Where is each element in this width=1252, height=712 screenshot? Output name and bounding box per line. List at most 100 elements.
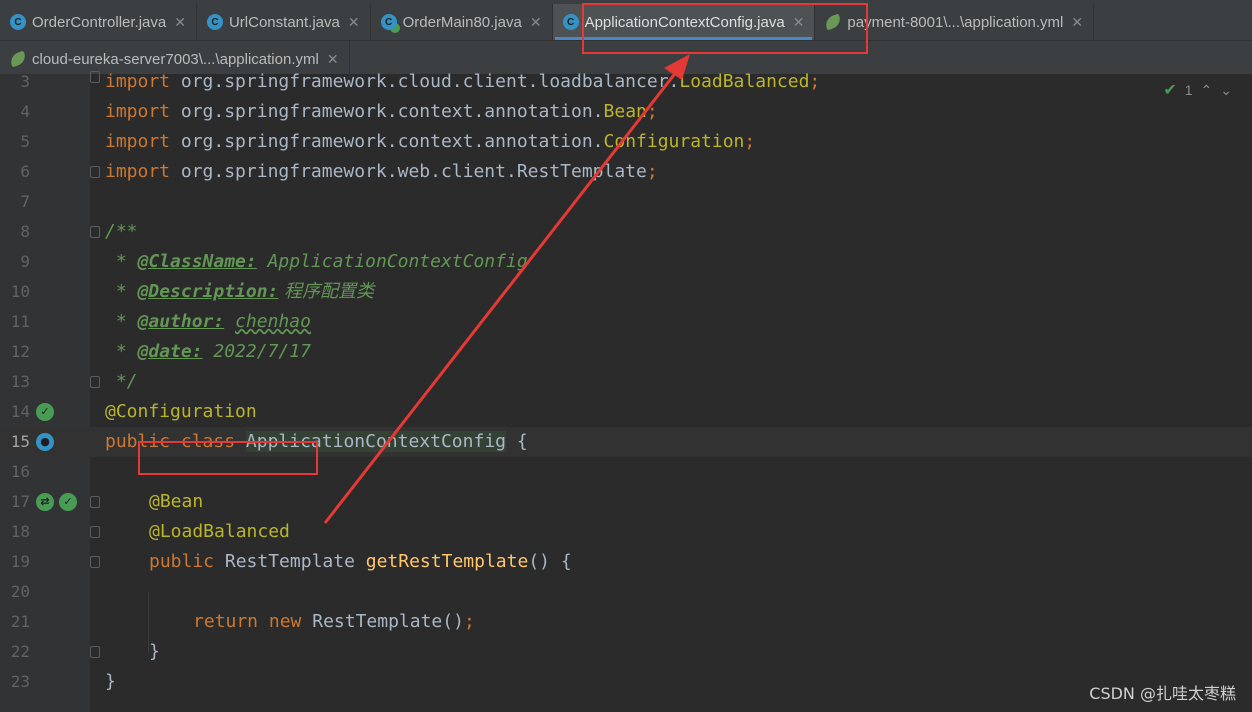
doc-star: *: [105, 251, 138, 272]
imported-class: Bean: [603, 101, 647, 122]
close-icon[interactable]: ✕: [174, 14, 186, 31]
code-line-5: 5 import org.springframework.context.ann…: [0, 127, 1252, 157]
line-number: 10: [10, 282, 30, 301]
fold-marker-icon[interactable]: [90, 376, 100, 388]
tab-payment-application-yml[interactable]: payment-8001\...\application.yml ✕: [815, 4, 1095, 40]
code-line-21: 21 return new RestTemplate();: [0, 607, 1252, 637]
line-number: 5: [20, 132, 30, 151]
keyword: import: [105, 131, 171, 152]
class-name: ApplicationContextConfig: [245, 431, 506, 452]
close-icon[interactable]: ✕: [530, 14, 542, 31]
java-main-class-icon: C: [380, 14, 397, 30]
bean-gutter-icon[interactable]: ✓: [36, 403, 54, 421]
doc-value: chenhao: [235, 311, 311, 332]
fold-marker-icon[interactable]: [90, 166, 100, 178]
brace: }: [149, 641, 160, 662]
line-number: 17: [10, 492, 30, 511]
semicolon: ;: [463, 611, 475, 632]
code-text: public class ApplicationContextConfig {: [105, 427, 528, 457]
fold-marker-icon[interactable]: [90, 646, 100, 658]
tab-order-main80[interactable]: C OrderMain80.java ✕: [371, 4, 553, 40]
code-line-3: 3 import org.springframework.cloud.clien…: [0, 67, 1252, 97]
doc-comment-line: * @Description: 程序配置类: [105, 277, 374, 307]
code-text: import org.springframework.web.client.Re…: [105, 157, 658, 187]
doc-star: *: [105, 281, 138, 302]
code-line-23: 23 }: [0, 667, 1252, 697]
doc-tag: @ClassName:: [137, 251, 257, 272]
close-icon[interactable]: ✕: [793, 14, 805, 31]
tab-order-controller[interactable]: C OrderController.java ✕: [0, 4, 197, 40]
code-text: return new RestTemplate();: [193, 607, 475, 637]
code-text: public RestTemplate getRestTemplate() {: [149, 547, 572, 577]
package-path: org.springframework.context.annotation.: [170, 131, 604, 152]
method-name: getRestTemplate: [365, 551, 529, 572]
package-path: org.springframework.cloud.client.loadbal…: [170, 71, 680, 92]
line-number: 11: [10, 312, 30, 331]
keyword: public: [105, 431, 171, 452]
line-number: 7: [20, 192, 30, 211]
imported-class: Configuration: [603, 131, 745, 152]
tab-label: UrlConstant.java: [228, 13, 340, 31]
code-line-22: 22 }: [0, 637, 1252, 667]
annotation: @Configuration: [105, 401, 257, 422]
fold-marker-icon[interactable]: [90, 526, 100, 538]
annotation: @Bean: [149, 491, 204, 512]
bean-injection-gutter-icon[interactable]: ⇄: [36, 493, 54, 511]
keyword: public: [149, 551, 215, 572]
line-number: 8: [20, 222, 30, 241]
close-icon[interactable]: ✕: [327, 51, 339, 68]
bean-gutter-icon[interactable]: ✓: [59, 493, 77, 511]
keyword: new: [268, 611, 302, 632]
fold-marker-icon[interactable]: [90, 71, 100, 83]
tab-application-context-config[interactable]: C ApplicationContextConfig.java ✕: [552, 4, 816, 40]
constructor-call: RestTemplate(): [301, 611, 464, 632]
keyword: import: [105, 71, 171, 92]
method-params: () {: [528, 551, 572, 572]
semicolon: ;: [646, 161, 658, 182]
doc-comment-line: * @ClassName: ApplicationContextConfig: [105, 247, 528, 277]
doc-comment-close: */: [105, 371, 138, 392]
doc-comment-line: * @date: 2022/7/17: [105, 337, 311, 367]
code-line-16: 16: [0, 457, 1252, 487]
package-path: org.springframework.web.client.RestTempl…: [170, 161, 647, 182]
code-line-8: 8 /**: [0, 217, 1252, 247]
line-number: 23: [10, 672, 30, 691]
semicolon: ;: [744, 131, 756, 152]
line-number: 9: [20, 252, 30, 271]
line-number: 3: [20, 72, 30, 91]
close-icon[interactable]: ✕: [1071, 14, 1083, 31]
type-name: RestTemplate: [214, 551, 366, 572]
annotation: @LoadBalanced: [149, 521, 290, 542]
code-text: import org.springframework.context.annot…: [105, 97, 658, 127]
imported-class: LoadBalanced: [679, 71, 810, 92]
editor-tab-bar: C OrderController.java ✕ C UrlConstant.j…: [0, 0, 1252, 77]
code-line-9: 9 * @ClassName: ApplicationContextConfig: [0, 247, 1252, 277]
line-number: 21: [10, 612, 30, 631]
java-class-icon: C: [562, 14, 579, 30]
tab-row-1: C OrderController.java ✕ C UrlConstant.j…: [0, 4, 1095, 40]
tab-label: OrderMain80.java: [402, 13, 522, 31]
line-number: 22: [10, 642, 30, 661]
line-number: 4: [20, 102, 30, 121]
brace: }: [105, 671, 116, 692]
fold-marker-icon[interactable]: [90, 556, 100, 568]
code-line-19: 19 public RestTemplate getRestTemplate()…: [0, 547, 1252, 577]
line-number: 18: [10, 522, 30, 541]
code-line-11: 11 * @author: chenhao: [0, 307, 1252, 337]
java-class-icon: C: [10, 14, 26, 30]
fold-marker-icon[interactable]: [90, 496, 100, 508]
code-line-6: 6 import org.springframework.web.client.…: [0, 157, 1252, 187]
code-editor[interactable]: ✔ 1 ⌃ ⌄ 3 import org.springframework.clo…: [0, 71, 1252, 712]
keyword: class: [180, 431, 236, 452]
fold-marker-icon[interactable]: [90, 226, 100, 238]
doc-star: *: [105, 311, 138, 332]
doc-value: ApplicationContextConfig: [256, 251, 528, 272]
tab-label: OrderController.java: [32, 13, 167, 31]
tab-label: cloud-eureka-server7003\...\application.…: [32, 50, 319, 68]
code-line-17: 17 ⇄ ✓ @Bean: [0, 487, 1252, 517]
doc-star: *: [105, 341, 138, 362]
close-icon[interactable]: ✕: [348, 14, 360, 31]
tab-url-constant[interactable]: C UrlConstant.java ✕: [197, 4, 371, 40]
line-number: 14: [10, 402, 30, 421]
spring-config-gutter-icon[interactable]: ●: [36, 433, 54, 451]
